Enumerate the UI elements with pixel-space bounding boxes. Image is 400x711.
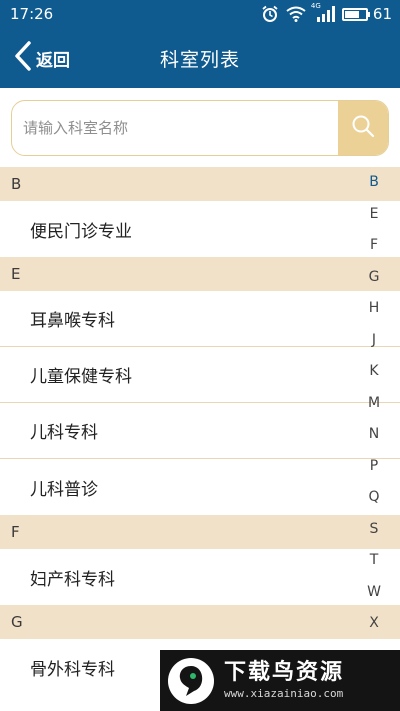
search-area (0, 88, 400, 168)
index-letter-h[interactable]: H (369, 293, 380, 325)
list-item[interactable]: 便民门诊专业 (0, 201, 400, 257)
watermark-url: www.xiazainiao.com (224, 686, 344, 700)
page-title: 科室列表 (159, 48, 240, 71)
list-item[interactable]: 儿科普诊 (0, 459, 400, 515)
status-time: 17:26 (10, 5, 54, 23)
index-letter-s[interactable]: S (370, 514, 379, 546)
section-header-b: B (0, 167, 400, 201)
status-icons: 4G 61 (261, 2, 392, 23)
search-button[interactable] (338, 101, 388, 155)
index-letter-j[interactable]: J (372, 325, 376, 357)
list-item[interactable]: 儿科专科 (0, 403, 400, 459)
status-bar: 17:26 4G 61 (0, 0, 400, 28)
section-header-e: E (0, 257, 400, 291)
index-letter-b[interactable]: B (369, 167, 379, 199)
battery-indicator: 61 (341, 5, 392, 23)
search-box (11, 100, 389, 156)
watermark-overlay: 下载鸟资源 www.xiazainiao.com (160, 650, 400, 711)
list-item[interactable]: 妇产科专科 (0, 549, 400, 605)
index-letter-m[interactable]: M (368, 388, 380, 420)
watermark-title: 下载鸟资源 (224, 659, 345, 685)
alarm-icon (261, 5, 279, 23)
alphabet-index-bar[interactable]: B E F G H J K M N P Q S T W X (359, 167, 389, 640)
section-header-g: G (0, 605, 400, 639)
index-letter-q[interactable]: Q (368, 482, 379, 514)
nav-bar: 返回 科室列表 (0, 28, 400, 88)
watermark-text: 下载鸟资源 www.xiazainiao.com (224, 660, 344, 702)
index-letter-t[interactable]: T (370, 545, 379, 577)
list-item[interactable]: 儿童保健专科 (0, 347, 400, 403)
index-letter-n[interactable]: N (369, 419, 379, 451)
index-letter-f[interactable]: F (370, 230, 378, 262)
department-list: B 便民门诊专业 E 耳鼻喉专科 儿童保健专科 儿科专科 儿科普诊 F 妇产科专… (0, 167, 400, 695)
index-letter-p[interactable]: P (370, 451, 378, 483)
network-type-label: 4G (310, 2, 321, 10)
search-input[interactable] (12, 101, 338, 155)
index-letter-k[interactable]: K (369, 356, 378, 388)
battery-level: 61 (372, 5, 392, 23)
section-header-f: F (0, 515, 400, 549)
index-letter-w[interactable]: W (367, 577, 381, 609)
search-icon (351, 114, 375, 142)
index-letter-e[interactable]: E (370, 199, 379, 231)
wifi-icon (286, 6, 306, 22)
index-letter-g[interactable]: G (369, 262, 380, 294)
index-letter-x[interactable]: X (369, 608, 379, 640)
signal-icon: 4G (311, 2, 335, 22)
watermark-logo-icon (168, 657, 214, 704)
battery-icon (341, 7, 370, 21)
list-item[interactable]: 耳鼻喉专科 (0, 291, 400, 347)
